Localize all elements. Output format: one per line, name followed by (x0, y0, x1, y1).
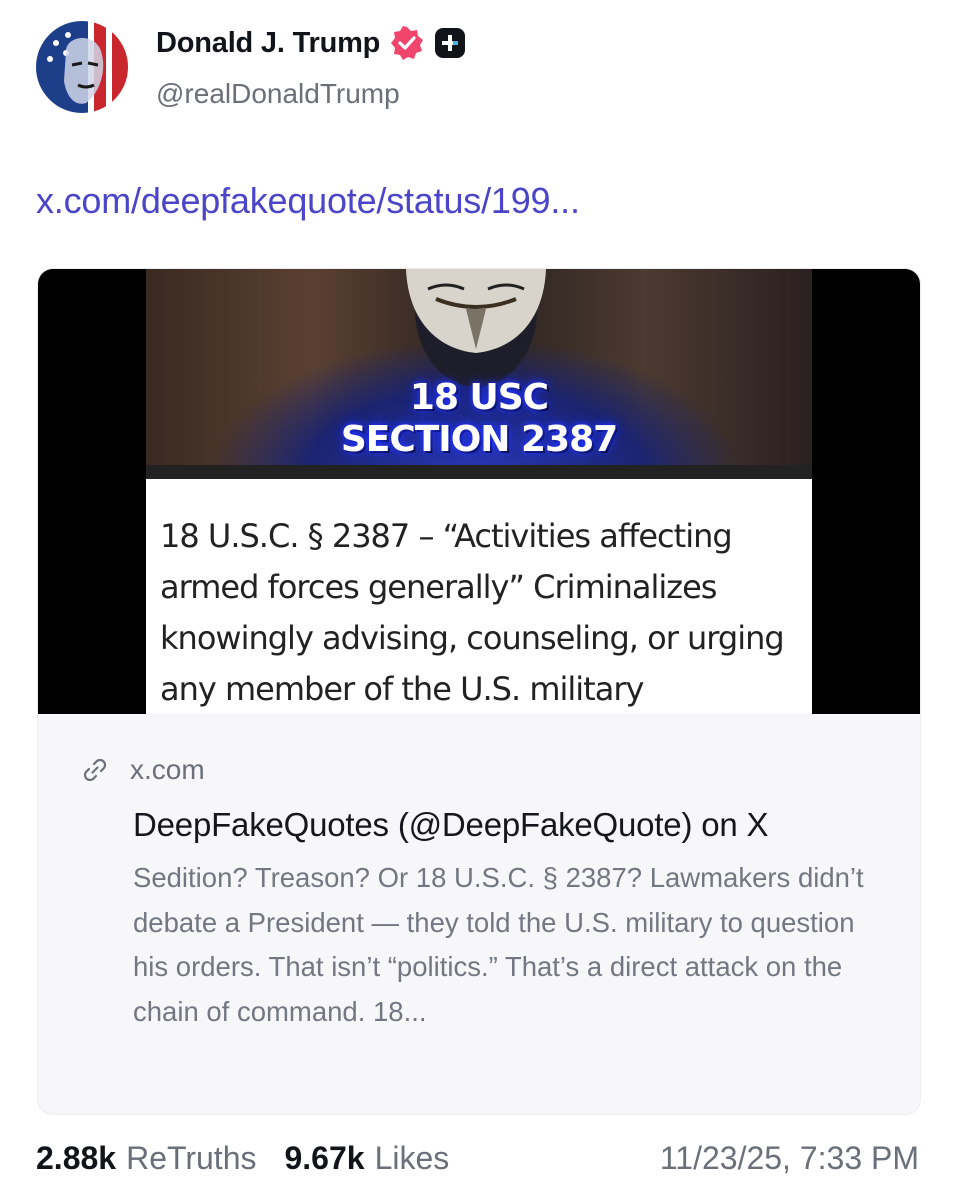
author-handle[interactable]: @realDonaldTrump (156, 78, 400, 110)
thumbnail-scene: 18 USC SECTION 2387 (146, 269, 812, 465)
retruths-count[interactable]: 2.88k (36, 1140, 116, 1177)
link-title[interactable]: DeepFakeQuotes (@DeepFakeQuote) on X (133, 806, 769, 844)
preview-thumbnail: 18 USC SECTION 2387 18 U.S.C. § 2387 – “… (146, 269, 812, 714)
thumbnail-body-text: 18 U.S.C. § 2387 – “Activities affecting… (160, 517, 785, 708)
truth-plus-icon (434, 27, 466, 59)
verified-badge-icon (390, 26, 424, 60)
thumbnail-caption-line1: 18 USC (409, 377, 549, 418)
thumbnail-text-area: 18 U.S.C. § 2387 – “Activities affecting… (146, 479, 812, 714)
author-avatar[interactable] (36, 21, 128, 113)
likes-count[interactable]: 9.67k (284, 1140, 364, 1177)
post-link[interactable]: x.com/deepfakequote/status/199... (36, 180, 580, 222)
author-display-name[interactable]: Donald J. Trump (156, 27, 380, 60)
thumbnail-caption: 18 USC SECTION 2387 (146, 377, 812, 461)
thumbnail-caption-line2: SECTION 2387 (340, 419, 618, 460)
likes-label[interactable]: Likes (375, 1140, 450, 1177)
link-preview-image[interactable]: 18 USC SECTION 2387 18 U.S.C. § 2387 – “… (38, 269, 920, 714)
link-preview-card[interactable]: 18 USC SECTION 2387 18 U.S.C. § 2387 – “… (37, 268, 921, 1115)
avatar-portrait (47, 32, 104, 104)
link-domain: x.com (130, 754, 205, 785)
link-icon (80, 755, 110, 785)
post-stats: 2.88k ReTruths 9.67k Likes (36, 1140, 449, 1177)
author-name-row: Donald J. Trump (156, 26, 466, 60)
post-timestamp: 11/23/25, 7:33 PM (659, 1140, 919, 1176)
retruths-label[interactable]: ReTruths (126, 1140, 256, 1177)
link-preview-body[interactable]: x.com DeepFakeQuotes (@DeepFakeQuote) on… (38, 714, 920, 1114)
link-description: Sedition? Treason? Or 18 U.S.C. § 2387? … (133, 862, 864, 1027)
link-domain-row: x.com (80, 754, 205, 786)
